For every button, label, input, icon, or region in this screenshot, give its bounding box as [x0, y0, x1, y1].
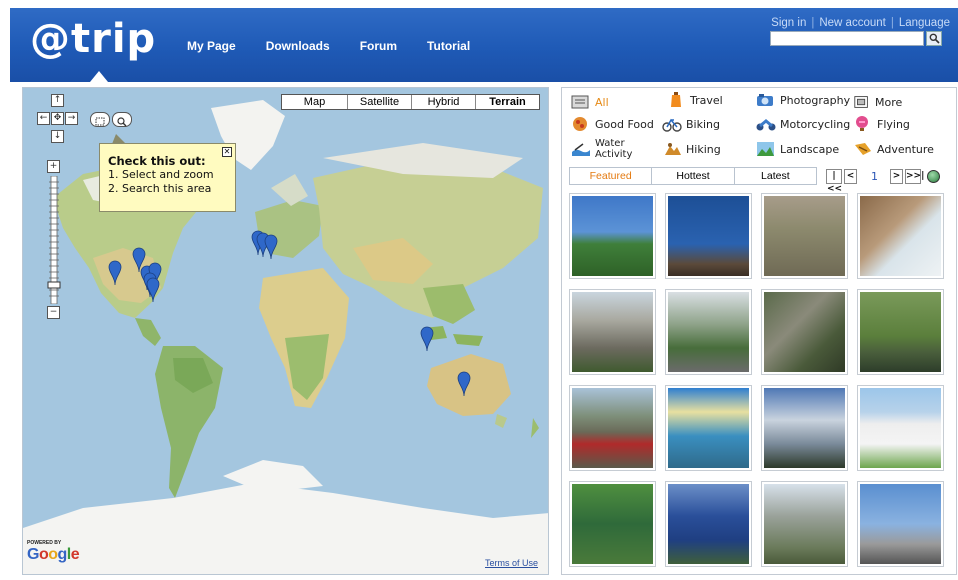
globe-icon[interactable]	[927, 170, 940, 183]
page-number[interactable]: 1	[871, 170, 878, 183]
new-account-link[interactable]: New account	[819, 17, 885, 29]
balloon-icon	[856, 116, 868, 131]
site-logo[interactable]: @trip	[30, 16, 156, 62]
category-biking[interactable]: Biking	[662, 116, 720, 132]
photo-thumbnail[interactable]	[857, 385, 944, 471]
app: @trip My Page Downloads Forum Tutorial S…	[0, 0, 958, 580]
next-page-button[interactable]: >	[890, 169, 903, 184]
language-link[interactable]: Language	[899, 17, 950, 29]
photo-thumbnail[interactable]	[665, 481, 752, 567]
photography-icon	[757, 94, 773, 106]
photo-thumbnail[interactable]	[761, 193, 848, 279]
photo-thumbnail[interactable]	[569, 193, 656, 279]
pan-left-icon[interactable]: ←	[37, 112, 50, 125]
main-nav: My Page Downloads Forum Tutorial	[187, 39, 500, 53]
tooltip-line-1: 1. Select and zoom	[108, 168, 214, 181]
tab-hottest[interactable]: Hottest	[651, 168, 733, 184]
prev-page-button[interactable]: <	[844, 169, 857, 184]
pan-right-icon[interactable]: →	[65, 112, 78, 125]
photo-thumbnail[interactable]	[569, 289, 656, 375]
map-type-map[interactable]: Map	[282, 95, 347, 109]
pager: |<< < 1 > >>|	[826, 168, 940, 194]
search-icon	[929, 33, 940, 44]
tooltip-arrow	[112, 134, 126, 144]
zoom-in-icon[interactable]: +	[47, 160, 60, 173]
category-landscape[interactable]: Landscape	[756, 141, 839, 157]
category-good-food[interactable]: Good Food	[571, 116, 654, 132]
pan-center-icon[interactable]: ✥	[51, 112, 64, 125]
photo-thumbnail[interactable]	[857, 289, 944, 375]
category-flying[interactable]: Flying	[853, 116, 910, 132]
category-hiking[interactable]: Hiking	[662, 141, 721, 157]
photo-panel: All Travel Photography More Good Food Bi…	[561, 87, 957, 575]
zoom-box-icon[interactable]	[90, 112, 110, 127]
category-motorcycling[interactable]: Motorcycling	[756, 116, 850, 132]
water-icon	[572, 143, 590, 156]
close-icon[interactable]: ✕	[222, 147, 232, 157]
photo-thumbnail[interactable]	[761, 289, 848, 375]
photo-thumbnail[interactable]	[761, 385, 848, 471]
pan-control: ↑ ← ✥ → ↓	[30, 94, 86, 150]
photo-sort-tabs: Featured Hottest Latest	[569, 167, 817, 185]
travel-icon	[671, 92, 681, 107]
nav-tutorial[interactable]: Tutorial	[427, 39, 470, 53]
nav-forum[interactable]: Forum	[360, 39, 397, 53]
map-type-terrain[interactable]: Terrain	[475, 95, 539, 109]
zoom-search-icon[interactable]	[112, 112, 132, 127]
all-icon	[571, 95, 589, 109]
search-button[interactable]	[926, 31, 942, 46]
category-all[interactable]: All	[571, 94, 609, 110]
account-links: Sign in | New account | Language	[771, 17, 950, 29]
hiking-icon	[665, 143, 681, 155]
landscape-icon	[757, 142, 774, 156]
google-logo: Google	[27, 546, 80, 563]
last-page-button[interactable]: >>|	[905, 169, 924, 184]
pan-up-icon[interactable]: ↑	[51, 94, 64, 107]
motorcycle-icon	[756, 119, 776, 131]
search-input[interactable]	[770, 31, 924, 46]
map-type-hybrid[interactable]: Hybrid	[411, 95, 475, 109]
map-type-satellite[interactable]: Satellite	[347, 95, 411, 109]
zoom-box-controls	[90, 112, 136, 129]
sign-in-link[interactable]: Sign in	[771, 17, 806, 29]
category-adventure[interactable]: Adventure	[853, 141, 934, 157]
photo-thumbnail[interactable]	[665, 193, 752, 279]
tab-latest[interactable]: Latest	[733, 168, 816, 184]
category-more[interactable]: More	[853, 94, 902, 110]
separator: |	[811, 17, 815, 29]
photo-thumbnail[interactable]	[665, 385, 752, 471]
bike-icon	[662, 118, 682, 132]
zoom-track	[47, 176, 61, 304]
photo-thumbnail[interactable]	[569, 385, 656, 471]
first-page-button[interactable]: |<<	[826, 169, 842, 194]
photo-thumbnail[interactable]	[569, 481, 656, 567]
tooltip-line-2: 2. Search this area	[108, 182, 212, 195]
separator: |	[890, 17, 894, 29]
terms-of-use-link[interactable]: Terms of Use	[485, 558, 538, 568]
tab-featured[interactable]: Featured	[570, 168, 651, 184]
category-photography[interactable]: Photography	[756, 92, 850, 108]
food-icon	[573, 117, 587, 131]
nav-downloads[interactable]: Downloads	[266, 39, 330, 53]
photo-thumbnail[interactable]	[857, 193, 944, 279]
logo-notch	[90, 71, 108, 82]
world-map[interactable]: Map Satellite Hybrid Terrain ↑ ← ✥ → ↓ +	[22, 87, 549, 575]
category-travel[interactable]: Travel	[666, 92, 723, 108]
photo-thumbnail[interactable]	[761, 481, 848, 567]
google-attribution: POWERED BY Google	[27, 540, 80, 564]
photo-thumbnail[interactable]	[665, 289, 752, 375]
zoom-slider[interactable]: + −	[47, 160, 61, 322]
category-water-activity[interactable]: Water Activity	[571, 138, 643, 160]
tooltip-title: Check this out:	[108, 154, 206, 168]
zoom-out-icon[interactable]: −	[47, 306, 60, 319]
map-type-switcher: Map Satellite Hybrid Terrain	[281, 94, 540, 110]
photo-grid	[569, 193, 953, 571]
adventure-icon	[855, 143, 871, 155]
zoom-slider-handle	[47, 281, 61, 289]
more-icon	[854, 96, 868, 108]
nav-my-page[interactable]: My Page	[187, 39, 236, 53]
photo-thumbnail[interactable]	[857, 481, 944, 567]
help-tooltip: ✕ Check this out: 1. Select and zoom 2. …	[99, 134, 236, 212]
pan-down-icon[interactable]: ↓	[51, 130, 64, 143]
